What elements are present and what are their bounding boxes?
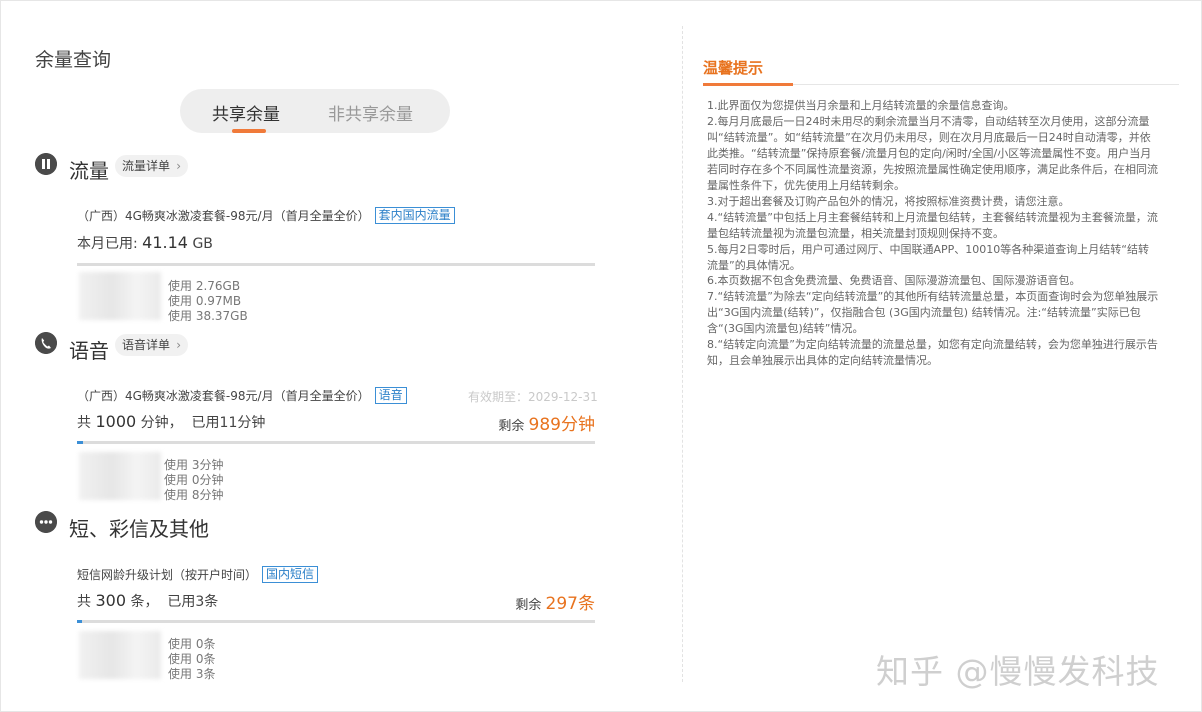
blurred-image (79, 452, 161, 500)
voice-expiry-date: 有效期至：2029-12-31 (468, 390, 598, 404)
data-used-value: 41.14 (142, 233, 188, 252)
usage-line: 使用 38.37GB (168, 309, 248, 323)
sms-used: 已用3条 (167, 594, 219, 610)
sms-progress-bar (77, 620, 595, 623)
tip-item: 5.每月2日零时后，用户可通过网厅、中国联通APP、10010等各种渠道查询上月… (707, 242, 1149, 272)
chevron-right-icon: › (176, 338, 182, 352)
blurred-image (79, 631, 161, 679)
sms-package-tag: 国内短信 (262, 566, 319, 583)
watermark: 知乎 @慢慢发科技 (876, 652, 1160, 691)
voice-usage: 共 1000 分钟， 已用11分钟 (77, 412, 265, 432)
voice-used: 已用11分钟 (191, 415, 266, 431)
tips-title: 温馨提示 (703, 59, 764, 77)
voice-package-name: （广西）4G畅爽冰激凌套餐-98元/月（首月全量全价） 语音 (77, 387, 407, 404)
column-divider (682, 26, 683, 682)
more-icon (35, 511, 57, 533)
sms-total-suffix: 条， (130, 594, 159, 610)
voice-package-tag: 语音 (374, 387, 407, 404)
sms-package-label: 短信网龄升级计划（按开户时间） (77, 568, 258, 582)
pause-icon (35, 153, 57, 175)
data-used-label: 本月已用: (77, 236, 138, 252)
voice-remain: 剩余 989分钟 (498, 410, 595, 435)
sms-package-name: 短信网龄升级计划（按开户时间） 国内短信 (77, 566, 319, 583)
voice-total-value: 1000 (95, 412, 137, 431)
page-title: 余量查询 (35, 49, 112, 71)
tip-item: 3.对于超出套餐及订购产品包外的情况，将按照标准资费计费，请您注意。 (707, 194, 1070, 208)
tip-item: 2.每月月底最后一日24时未用尽的剩余流量当月不清零，自动结转至次月使用，这部分… (707, 114, 1158, 192)
sms-section-title: 短、彩信及其他 (69, 517, 209, 541)
voice-package-label: （广西）4G畅爽冰激凌套餐-98元/月（首月全量全价） (77, 389, 370, 403)
voice-remain-value: 989分钟 (528, 415, 595, 435)
tip-item: 8.“结转定向流量”为定向结转流量的流量总量，如您有定向流量结转，会为您单独进行… (707, 338, 1158, 368)
tip-item: 6.本页数据不包含免费流量、免费语音、国际漫游流量包、国际漫游语音包。 (707, 274, 1081, 288)
data-package-label: （广西）4G畅爽冰激凌套餐-98元/月（首月全量全价） (77, 209, 370, 223)
tips-title-underline (703, 83, 793, 86)
voice-detail-button[interactable]: 语音详单 › (115, 334, 189, 356)
voice-progress-fill (77, 441, 83, 444)
voice-progress-bar (77, 441, 595, 444)
data-detail-button[interactable]: 流量详单 › (115, 155, 189, 177)
sms-remain: 剩余 297条 (515, 589, 595, 614)
blurred-image (79, 272, 161, 320)
sms-progress-fill (77, 620, 83, 623)
tip-item: 7.“结转流量”为除去“定向结转流量”的其他所有结转流量总量，本页面查询时会为您… (707, 290, 1159, 336)
tab-shared-balance[interactable]: 共享余量 (212, 100, 280, 125)
usage-line: 使用 3条 (168, 667, 216, 681)
tab-bar: 共享余量 非共享余量 (180, 89, 450, 133)
voice-total-prefix: 共 (77, 415, 91, 431)
tip-item: 1.此界面仅为您提供当月余量和上月结转流量的余量信息查询。 (707, 99, 1015, 112)
voice-remain-label: 剩余 (498, 419, 525, 434)
data-section-title: 流量 (69, 159, 109, 183)
voice-detail-label: 语音详单 (122, 338, 171, 352)
data-usage: 本月已用: 41.14 GB (77, 233, 213, 253)
tip-item: 4.“结转流量”中包括上月主套餐结转和上月流量包结转，主套餐结转流量视为主套餐流… (707, 210, 1158, 240)
data-package-name: （广西）4G畅爽冰激凌套餐-98元/月（首月全量全价） 套内国内流量 (77, 207, 455, 224)
sms-remain-value: 297条 (545, 594, 595, 614)
active-tab-indicator (232, 129, 266, 133)
tab-non-shared-balance[interactable]: 非共享余量 (328, 100, 413, 125)
tips-list: 1.此界面仅为您提供当月余量和上月结转流量的余量信息查询。 2.每月月底最后一日… (707, 98, 1159, 369)
voice-total-suffix: 分钟， (140, 415, 183, 431)
sms-total-prefix: 共 (77, 594, 91, 610)
sms-remain-label: 剩余 (515, 598, 542, 613)
usage-line: 使用 8分钟 (164, 488, 224, 502)
data-detail-label: 流量详单 (122, 159, 171, 173)
data-used-unit: GB (192, 236, 213, 252)
sms-usage: 共 300 条， 已用3条 (77, 591, 218, 611)
data-package-tag: 套内国内流量 (374, 207, 455, 224)
sms-total-value: 300 (95, 591, 126, 610)
phone-icon (35, 332, 57, 354)
data-progress-bar (77, 263, 595, 266)
voice-section-title: 语音 (69, 339, 109, 363)
chevron-right-icon: › (176, 159, 182, 173)
